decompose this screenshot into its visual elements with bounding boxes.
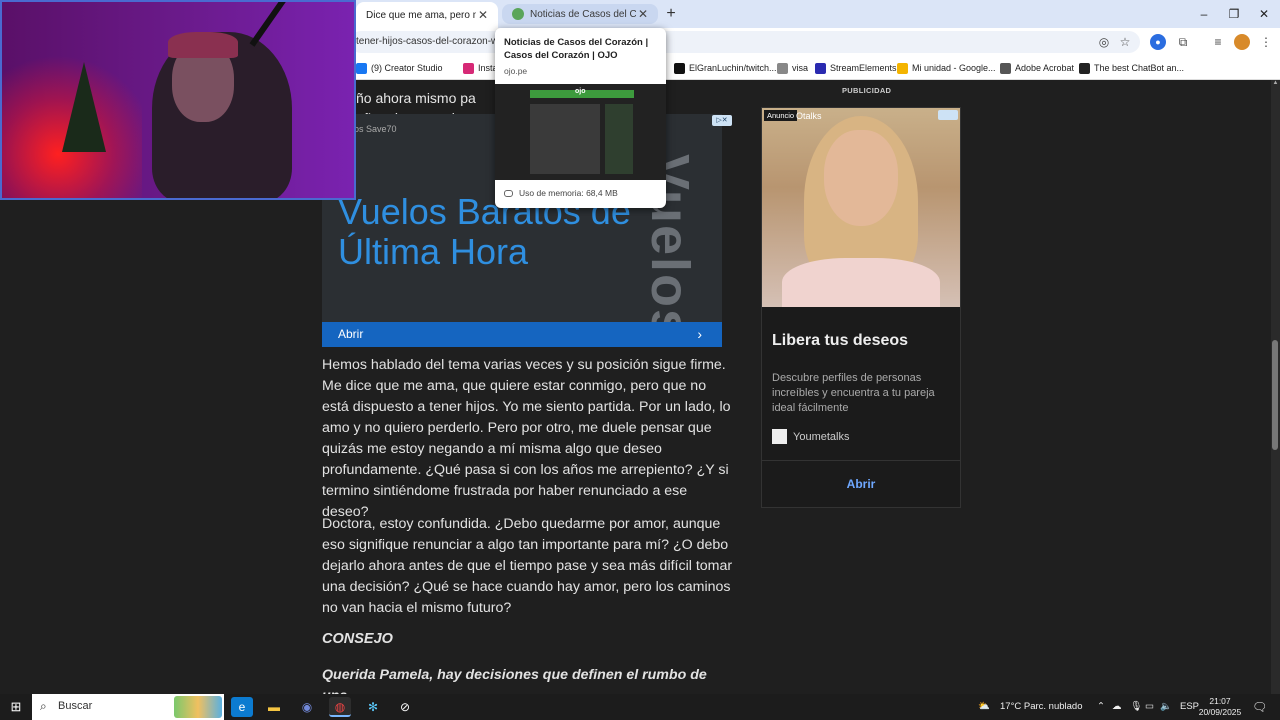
eye-off-icon[interactable]: ◎ [1096,34,1112,50]
tab-active[interactable]: Dice que me ama, pero no quiere tener hi… [356,2,498,28]
publicidad-label: PUBLICIDAD [842,86,892,95]
adchoices-icon[interactable]: ▷✕ [712,115,732,126]
chrome-icon[interactable]: ◍ [329,697,351,717]
minimize-button[interactable]: – [1188,0,1220,28]
ad-title[interactable]: Libera tus deseos [772,332,908,350]
section-heading: CONSEJO [322,631,393,647]
bookmark-visa[interactable]: visa [777,60,808,76]
bookmark-google-drive[interactable]: Mi unidad - Google... [897,60,996,76]
volume-icon[interactable]: 🔈 [1160,694,1172,720]
search-highlight-image[interactable] [174,696,222,718]
hover-card-domain: ojo.pe [504,66,528,76]
tab-title: Noticias de Casos del Corazón | OJO [530,8,636,20]
windows-start-icon[interactable]: ⊞ [8,699,24,715]
bookmark-adobe-acrobat[interactable]: Adobe Acrobat [1000,60,1074,76]
bookmark-star-icon[interactable]: ☆ [1117,34,1133,50]
cloud-icon[interactable]: ☁ [1112,694,1122,720]
sidebar-ad[interactable]: Anuncio Otalks Libera tus deseos Descubr… [761,107,961,508]
article-paragraph: Doctora, estoy confundida. ¿Debo quedarm… [322,516,733,616]
memory-icon [504,189,513,197]
ad-open-button[interactable]: Abrir › [322,322,722,347]
tiktok-icon [674,62,685,74]
media-control-icon[interactable]: ≡ [1210,34,1226,50]
weather-text[interactable]: 17°C Parc. nublado [1000,694,1083,720]
bookmark-twitch[interactable]: ElGranLuchin/twitch... [674,60,777,76]
language-indicator[interactable]: ESP [1180,694,1199,720]
ad-description: Descubre perfiles de personas increíbles… [772,372,935,414]
brand-logo-icon [772,429,787,444]
network-icon[interactable]: ▭ [1145,694,1154,720]
drive-icon [897,62,908,74]
ad-photo[interactable]: Anuncio Otalks [762,108,960,307]
window-close-button[interactable]: ✕ [1248,0,1280,28]
scroll-up-icon[interactable]: ▲ [1271,80,1280,90]
discord-icon[interactable]: ◉ [296,697,318,717]
chevron-up-icon[interactable]: ⌃ [1097,694,1105,720]
new-tab-button[interactable]: + [662,5,680,23]
tab-hover-card: Noticias de Casos del Corazón | Casos de… [495,28,666,208]
profile-avatar[interactable] [1234,34,1250,50]
taskbar: ⊞ ⌕ Buscar e ▬ ◉ ◍ ✻ ⊘ ⛅ 17°C Parc. nubl… [0,694,1280,720]
acrobat-icon [1000,62,1011,74]
divider [762,460,960,461]
streamelements-icon [815,62,826,74]
extension-badge-icon[interactable]: ● [1150,34,1166,50]
webcam-overlay [0,0,356,200]
bookmark-creator-studio[interactable]: (9) Creator Studio [356,60,443,76]
ad-advertiser: os Save70 [354,124,397,134]
link-icon [777,62,788,74]
bookmark-instagram[interactable]: Insta [463,60,498,76]
clock[interactable]: 21:07 20/09/2025 [1198,696,1242,718]
meta-icon [356,62,367,74]
app-icon[interactable]: ✻ [362,697,384,717]
ojo-favicon-icon [512,8,524,20]
close-icon[interactable]: ✕ [476,8,490,22]
close-icon[interactable]: ✕ [636,7,650,21]
anuncio-badge: Anuncio [764,110,798,121]
restore-button[interactable]: ❐ [1218,0,1250,28]
christmas-tree [62,62,106,152]
scrollbar-thumb[interactable] [1272,340,1278,450]
ad-brand-top: Otalks [796,111,822,121]
adchoices-icon[interactable] [938,110,958,120]
chevron-right-icon: › [697,326,702,342]
search-icon: ⌕ [40,699,47,713]
hover-card-title: Noticias de Casos del Corazón | Casos de… [504,37,649,61]
microphone-arm [249,2,318,47]
file-explorer-icon[interactable]: ▬ [263,697,285,717]
article-paragraph: Hemos hablado del tema varias veces y su… [322,357,731,520]
tab-title: Dice que me ama, pero no quiere tener hi… [366,9,476,21]
bookmark-chatbot[interactable]: The best ChatBot an... [1079,60,1184,76]
weather-icon[interactable]: ⛅ [978,694,990,720]
microphone-icon[interactable]: 🎙 [1130,694,1142,720]
instagram-icon [463,62,474,74]
obs-icon[interactable]: ⊘ [394,697,416,717]
address-bar[interactable]: tener-hijos-casos-del-corazon-we [350,31,1140,53]
tab-inactive[interactable]: Noticias de Casos del Corazón | OJO ✕ [502,4,658,24]
thumb-logo: ojo [575,88,586,95]
edge-icon[interactable]: e [231,697,253,717]
taskbar-search[interactable]: ⌕ Buscar [32,694,224,720]
ad-open-button[interactable]: Abrir [762,477,960,491]
chatgpt-icon [1079,62,1090,74]
search-placeholder: Buscar [58,700,93,712]
hover-card-thumbnail: ojo [495,84,666,180]
extensions-icon[interactable]: ⧉ [1175,34,1191,50]
bookmark-streamelements[interactable]: StreamElements [815,60,897,76]
menu-kebab-icon[interactable]: ⋮ [1258,34,1274,50]
notification-icon[interactable]: 🗨 [1252,694,1267,720]
hover-card-memory: Uso de memoria: 68,4 MB [504,188,618,198]
ad-brand[interactable]: Youmetalks [772,429,849,444]
